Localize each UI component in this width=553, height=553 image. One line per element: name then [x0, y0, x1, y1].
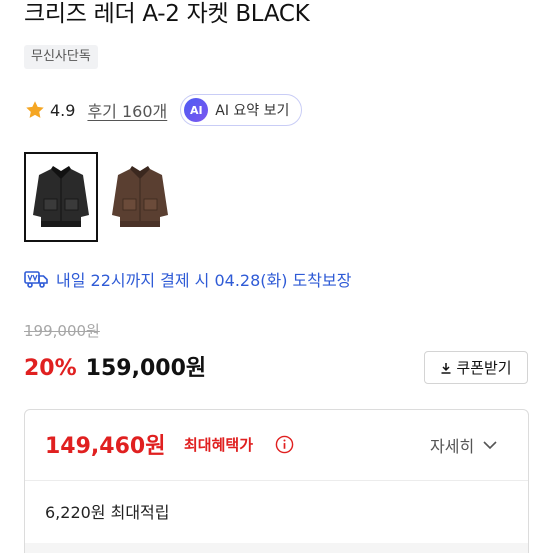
max-benefit-box: 149,460원 최대혜택가 자세히 6,220원 최대적립: [24, 409, 529, 553]
jacket-image: [33, 166, 89, 227]
divider: [25, 480, 528, 481]
original-price: 199,000원: [24, 322, 100, 340]
exclusive-badge: 무신사단독: [24, 45, 98, 69]
delivery-text: 내일 22시까지 결제 시 04.28(화) 도착보장: [56, 271, 352, 290]
ai-summary-button[interactable]: AI AI 요약 보기: [180, 94, 303, 126]
ai-summary-label: AI 요약 보기: [215, 103, 290, 119]
delivery-guarantee[interactable]: 내일 22시까지 결제 시 04.28(화) 도착보장: [24, 267, 351, 291]
download-icon: [441, 362, 451, 374]
thumbnail-brown-jacket[interactable]: [103, 152, 177, 242]
product-title: 크리즈 레더 A-2 자켓 BLACK: [24, 1, 310, 27]
sale-price: 159,000원: [85, 356, 207, 381]
rating-row: 4.9 후기 160개 AI AI 요약 보기: [24, 94, 303, 126]
star-icon: [26, 101, 44, 118]
chevron-down-icon: [483, 441, 497, 450]
thumbnail-black-jacket[interactable]: [24, 152, 98, 242]
price-row: 20% 159,000원: [24, 350, 206, 382]
delivery-truck-icon: [24, 271, 48, 288]
jacket-image: [112, 166, 168, 227]
benefit-box-footer: [25, 543, 528, 553]
benefit-detail-toggle[interactable]: 자세히: [430, 433, 497, 457]
thumbnail-list: [24, 152, 182, 242]
rating-value: 4.9: [50, 100, 76, 120]
max-benefit-label: 최대혜택가: [184, 436, 254, 454]
discount-rate: 20%: [24, 356, 77, 381]
coupon-download-button[interactable]: 쿠폰받기: [424, 351, 528, 384]
review-count-link[interactable]: 후기 160개: [87, 98, 167, 122]
ai-badge-icon: AI: [184, 98, 209, 122]
coupon-button-label: 쿠폰받기: [456, 359, 512, 377]
max-benefit-price: 149,460원: [45, 434, 166, 459]
info-icon[interactable]: [275, 435, 294, 454]
max-points: 6,220원 최대적립: [45, 503, 170, 522]
detail-label: 자세히: [430, 437, 475, 456]
